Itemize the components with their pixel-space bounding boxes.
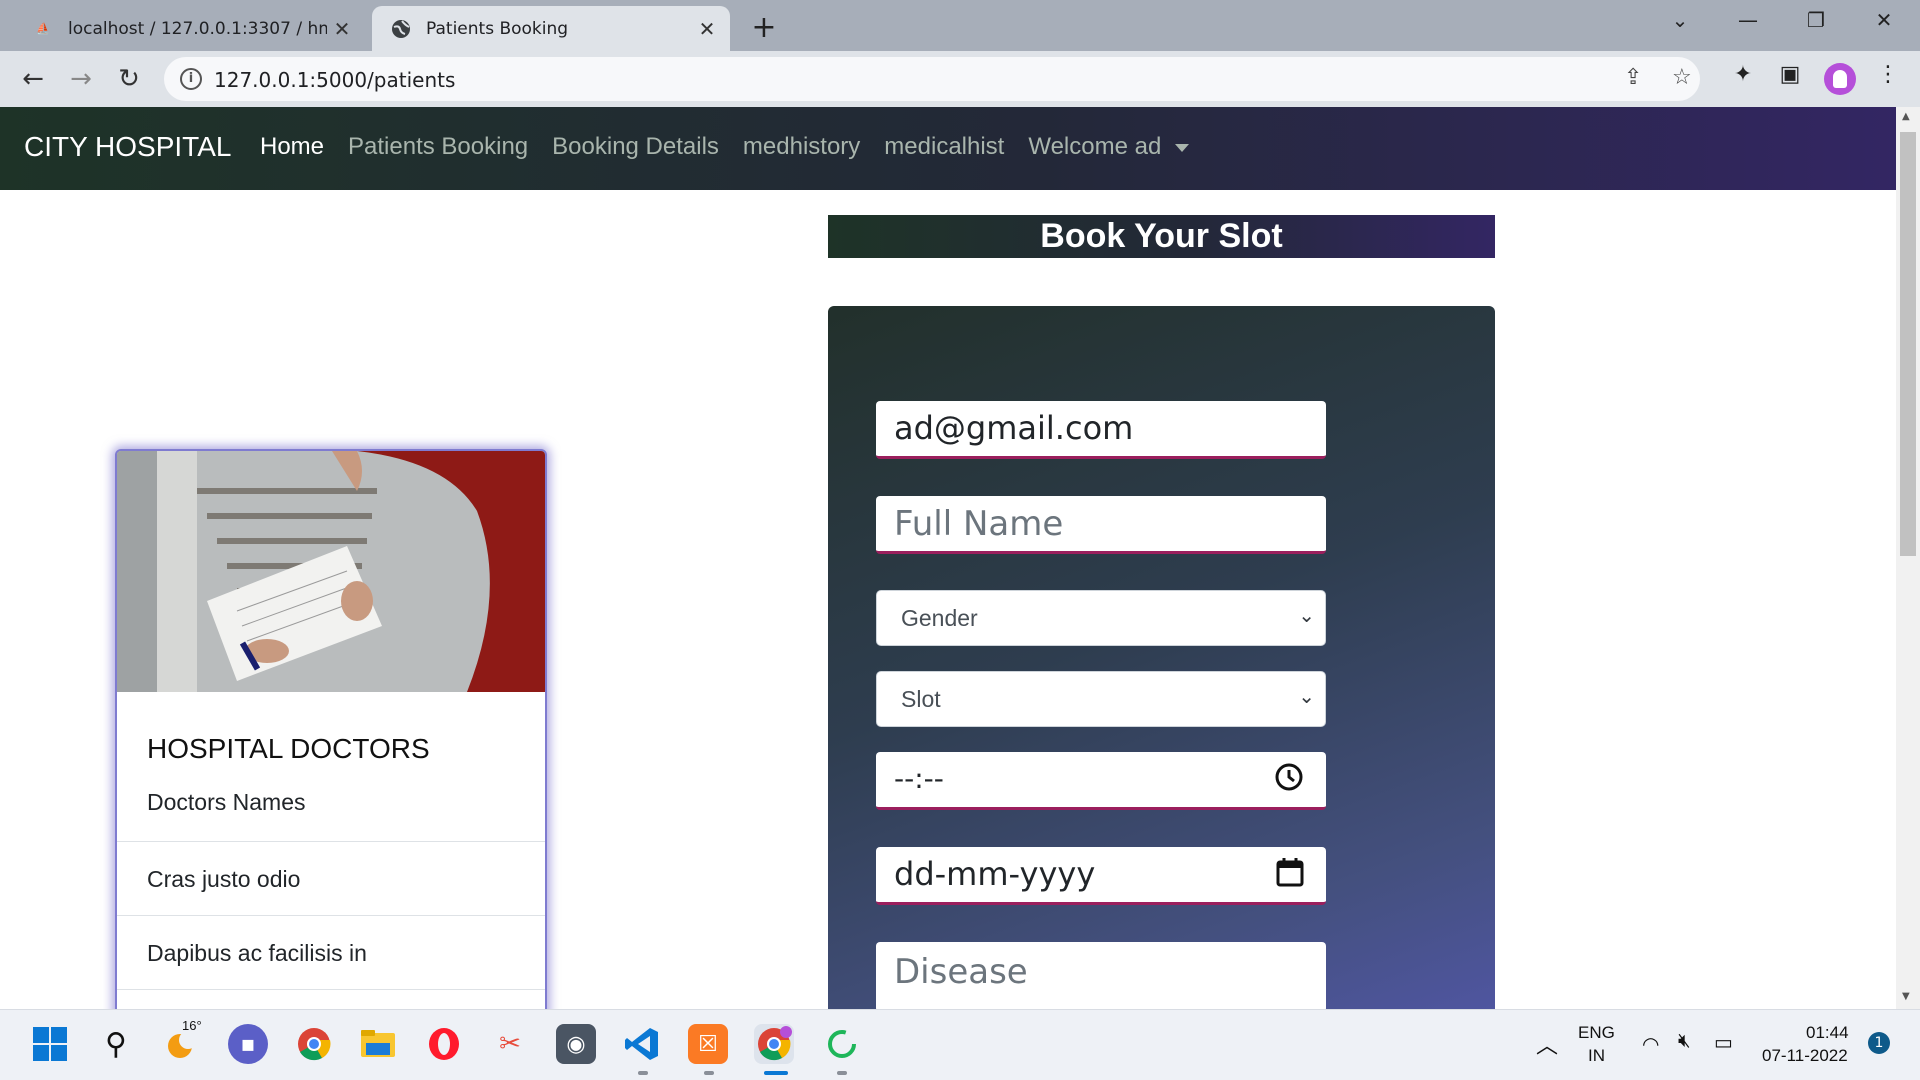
- booking-form: ad@gmail.com Full Name Gender ⌄ Slot ⌄ -…: [828, 306, 1495, 1009]
- browser-toolbar: ← → ↻ i 127.0.0.1:5000/patients ⇪ ☆: [0, 51, 1920, 107]
- chevron-down-icon: ⌄: [1298, 684, 1315, 708]
- extensions-icon[interactable]: ✦: [1727, 62, 1759, 87]
- xampp-icon[interactable]: ☒: [688, 1024, 728, 1064]
- teams-chat-icon[interactable]: ▪: [228, 1024, 268, 1064]
- weather-temp: 16°: [182, 1018, 202, 1033]
- nav-patients-booking[interactable]: Patients Booking: [348, 133, 528, 161]
- nav-home[interactable]: Home: [260, 133, 324, 161]
- nav-links: Home Patients Booking Booking Details me…: [260, 133, 1190, 161]
- nav-user-dropdown[interactable]: Welcome ad: [1028, 133, 1190, 161]
- clock-time[interactable]: 01:44: [1806, 1023, 1849, 1043]
- snipping-tool-icon[interactable]: ✂: [490, 1024, 530, 1064]
- site-info-icon[interactable]: i: [180, 68, 202, 90]
- scroll-down-icon[interactable]: ▼: [1902, 991, 1910, 1002]
- camera-icon[interactable]: ◉: [556, 1024, 596, 1064]
- browser-tabstrip: ⛵ localhost / 127.0.0.1:3307 / hmdb ✕ Pa…: [0, 0, 1920, 51]
- url-text[interactable]: 127.0.0.1:5000/patients: [214, 68, 455, 92]
- brand-logo[interactable]: CITY HOSPITAL: [24, 131, 231, 163]
- list-item: Cras justo odio: [117, 841, 545, 915]
- vscode-icon[interactable]: [622, 1024, 662, 1064]
- wifi-icon[interactable]: ◠: [1642, 1032, 1659, 1057]
- back-icon[interactable]: ←: [16, 63, 50, 95]
- tab-title: localhost / 127.0.0.1:3307 / hmdb: [68, 18, 327, 39]
- tab-search-icon[interactable]: ⌄: [1660, 8, 1700, 32]
- menu-kebab-icon[interactable]: ⋮: [1872, 62, 1904, 87]
- fullname-field[interactable]: Full Name: [876, 496, 1326, 554]
- windows-taskbar: ⚲ 16° ▪ ✂ ◉ ☒ ︿ ENG IN ◠ 🔇︎ ▭ 01:44 07-1…: [0, 1009, 1920, 1080]
- side-panel-icon[interactable]: ▣: [1774, 62, 1806, 87]
- calendar-icon[interactable]: [1276, 857, 1304, 894]
- new-tab-icon[interactable]: +: [748, 10, 780, 45]
- date-input[interactable]: dd-mm-yyyy: [876, 847, 1326, 905]
- email-value: ad@gmail.com: [894, 409, 1134, 447]
- chrome-icon[interactable]: [294, 1024, 334, 1064]
- close-icon[interactable]: ✕: [327, 17, 357, 41]
- refresh-app-icon[interactable]: [822, 1024, 862, 1064]
- user-greeting: Welcome ad: [1028, 133, 1162, 160]
- clock-icon[interactable]: [1274, 762, 1304, 799]
- card-image: [117, 451, 545, 692]
- nav-booking-details[interactable]: Booking Details: [552, 133, 719, 161]
- running-indicator: [638, 1071, 648, 1075]
- email-field[interactable]: ad@gmail.com: [876, 401, 1326, 459]
- time-input[interactable]: --:--: [876, 752, 1326, 810]
- close-icon[interactable]: ✕: [692, 17, 722, 41]
- volume-muted-icon[interactable]: 🔇︎: [1678, 1030, 1691, 1053]
- nav-medhistory[interactable]: medhistory: [743, 133, 860, 161]
- gender-select[interactable]: Gender ⌄: [876, 590, 1326, 646]
- restore-icon[interactable]: ❐: [1796, 8, 1836, 32]
- battery-icon[interactable]: ▭: [1714, 1030, 1733, 1055]
- close-window-icon[interactable]: ✕: [1864, 8, 1904, 32]
- search-icon[interactable]: ⚲: [96, 1024, 136, 1064]
- forward-icon[interactable]: →: [64, 63, 98, 95]
- windows-start-icon[interactable]: [30, 1024, 70, 1064]
- chrome-profile-icon[interactable]: [754, 1024, 794, 1064]
- active-indicator: [764, 1071, 788, 1075]
- scrollbar-thumb[interactable]: [1900, 132, 1916, 556]
- running-indicator: [837, 1071, 847, 1075]
- page-viewport: CITY HOSPITAL Home Patients Booking Book…: [0, 107, 1896, 1009]
- card-subtitle: Doctors Names: [147, 789, 306, 815]
- chevron-down-icon: ⌄: [1298, 603, 1315, 627]
- share-icon[interactable]: ⇪: [1624, 65, 1642, 90]
- fullname-placeholder: Full Name: [894, 504, 1064, 544]
- clock-date[interactable]: 07-11-2022: [1762, 1046, 1848, 1066]
- running-indicator: [704, 1071, 714, 1075]
- profile-avatar[interactable]: [1824, 63, 1856, 95]
- date-placeholder: dd-mm-yyyy: [894, 855, 1096, 893]
- page-title: Book Your Slot: [828, 215, 1495, 258]
- opera-icon[interactable]: [424, 1024, 464, 1064]
- doctors-card: HOSPITAL DOCTORS Doctors Names Cras just…: [115, 449, 547, 1009]
- slot-selected: Slot: [901, 686, 941, 712]
- notification-badge[interactable]: 1: [1868, 1032, 1890, 1054]
- disease-field[interactable]: Disease: [876, 942, 1326, 1009]
- gender-selected: Gender: [901, 605, 978, 631]
- region-indicator[interactable]: IN: [1588, 1046, 1605, 1066]
- list-item: [117, 989, 545, 1009]
- time-placeholder: --:--: [894, 762, 944, 795]
- site-navbar: CITY HOSPITAL Home Patients Booking Book…: [0, 107, 1896, 190]
- pma-icon: ⛵: [36, 22, 50, 35]
- minimize-icon[interactable]: —: [1728, 8, 1768, 32]
- file-explorer-icon[interactable]: [358, 1024, 398, 1064]
- language-indicator[interactable]: ENG: [1578, 1023, 1615, 1043]
- nav-medicalhist[interactable]: medicalhist: [884, 133, 1004, 161]
- page-scrollbar[interactable]: ▲ ▼: [1896, 107, 1920, 1009]
- address-bar[interactable]: i 127.0.0.1:5000/patients ⇪ ☆: [164, 57, 1700, 101]
- reload-icon[interactable]: ↻: [112, 63, 146, 95]
- scroll-up-icon[interactable]: ▲: [1902, 111, 1910, 122]
- globe-icon: [390, 18, 412, 40]
- slot-select[interactable]: Slot ⌄: [876, 671, 1326, 727]
- dropdown-caret-icon: [1175, 143, 1190, 152]
- list-item: Dapibus ac facilisis in: [117, 915, 545, 989]
- tab-patients-booking[interactable]: Patients Booking ✕: [372, 6, 730, 51]
- tab-title: Patients Booking: [426, 18, 569, 39]
- tray-chevron-up-icon[interactable]: ︿: [1536, 1028, 1558, 1060]
- tab-phpmyadmin[interactable]: ⛵ localhost / 127.0.0.1:3307 / hmdb ✕: [20, 6, 365, 51]
- disease-placeholder: Disease: [894, 952, 1028, 992]
- card-title: HOSPITAL DOCTORS: [147, 733, 430, 764]
- bookmark-star-icon[interactable]: ☆: [1672, 65, 1692, 90]
